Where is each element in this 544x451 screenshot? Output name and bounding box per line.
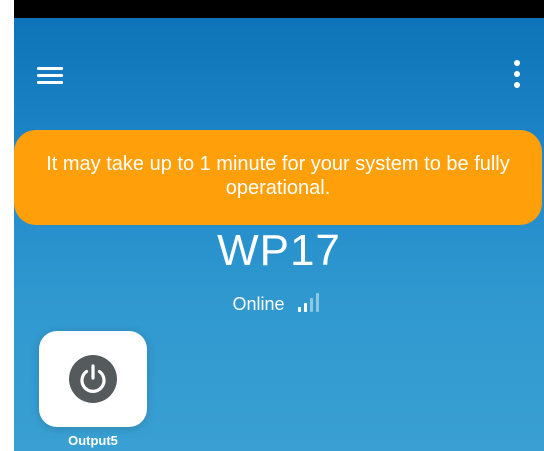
signal-strength-icon bbox=[297, 292, 326, 312]
power-button-circle[interactable] bbox=[69, 355, 117, 403]
more-vert-icon[interactable] bbox=[508, 58, 528, 92]
app-frame: It may take up to 1 minute for your syst… bbox=[0, 0, 544, 451]
device-name: WP17 bbox=[217, 226, 341, 275]
signal-bar bbox=[303, 303, 307, 312]
menu-bar-line bbox=[37, 74, 63, 77]
app-screen: It may take up to 1 minute for your syst… bbox=[14, 0, 544, 451]
status-bar bbox=[14, 0, 544, 18]
kebab-dot bbox=[514, 71, 520, 77]
device-status: Online bbox=[14, 292, 544, 316]
signal-bar bbox=[297, 307, 301, 312]
kebab-dot bbox=[514, 82, 520, 88]
output-label: Output5 bbox=[68, 433, 118, 448]
power-icon bbox=[80, 364, 106, 393]
signal-bar bbox=[309, 298, 313, 312]
online-status-label: Online bbox=[232, 294, 285, 314]
output-tile-output5[interactable] bbox=[39, 331, 147, 427]
menu-bar-line bbox=[37, 67, 63, 70]
toast-message: It may take up to 1 minute for your syst… bbox=[46, 153, 510, 199]
signal-bar bbox=[315, 293, 319, 312]
menu-bar-line bbox=[37, 81, 63, 84]
kebab-dot bbox=[514, 60, 520, 66]
hamburger-menu-icon[interactable] bbox=[34, 65, 66, 87]
startup-toast: It may take up to 1 minute for your syst… bbox=[14, 130, 542, 225]
